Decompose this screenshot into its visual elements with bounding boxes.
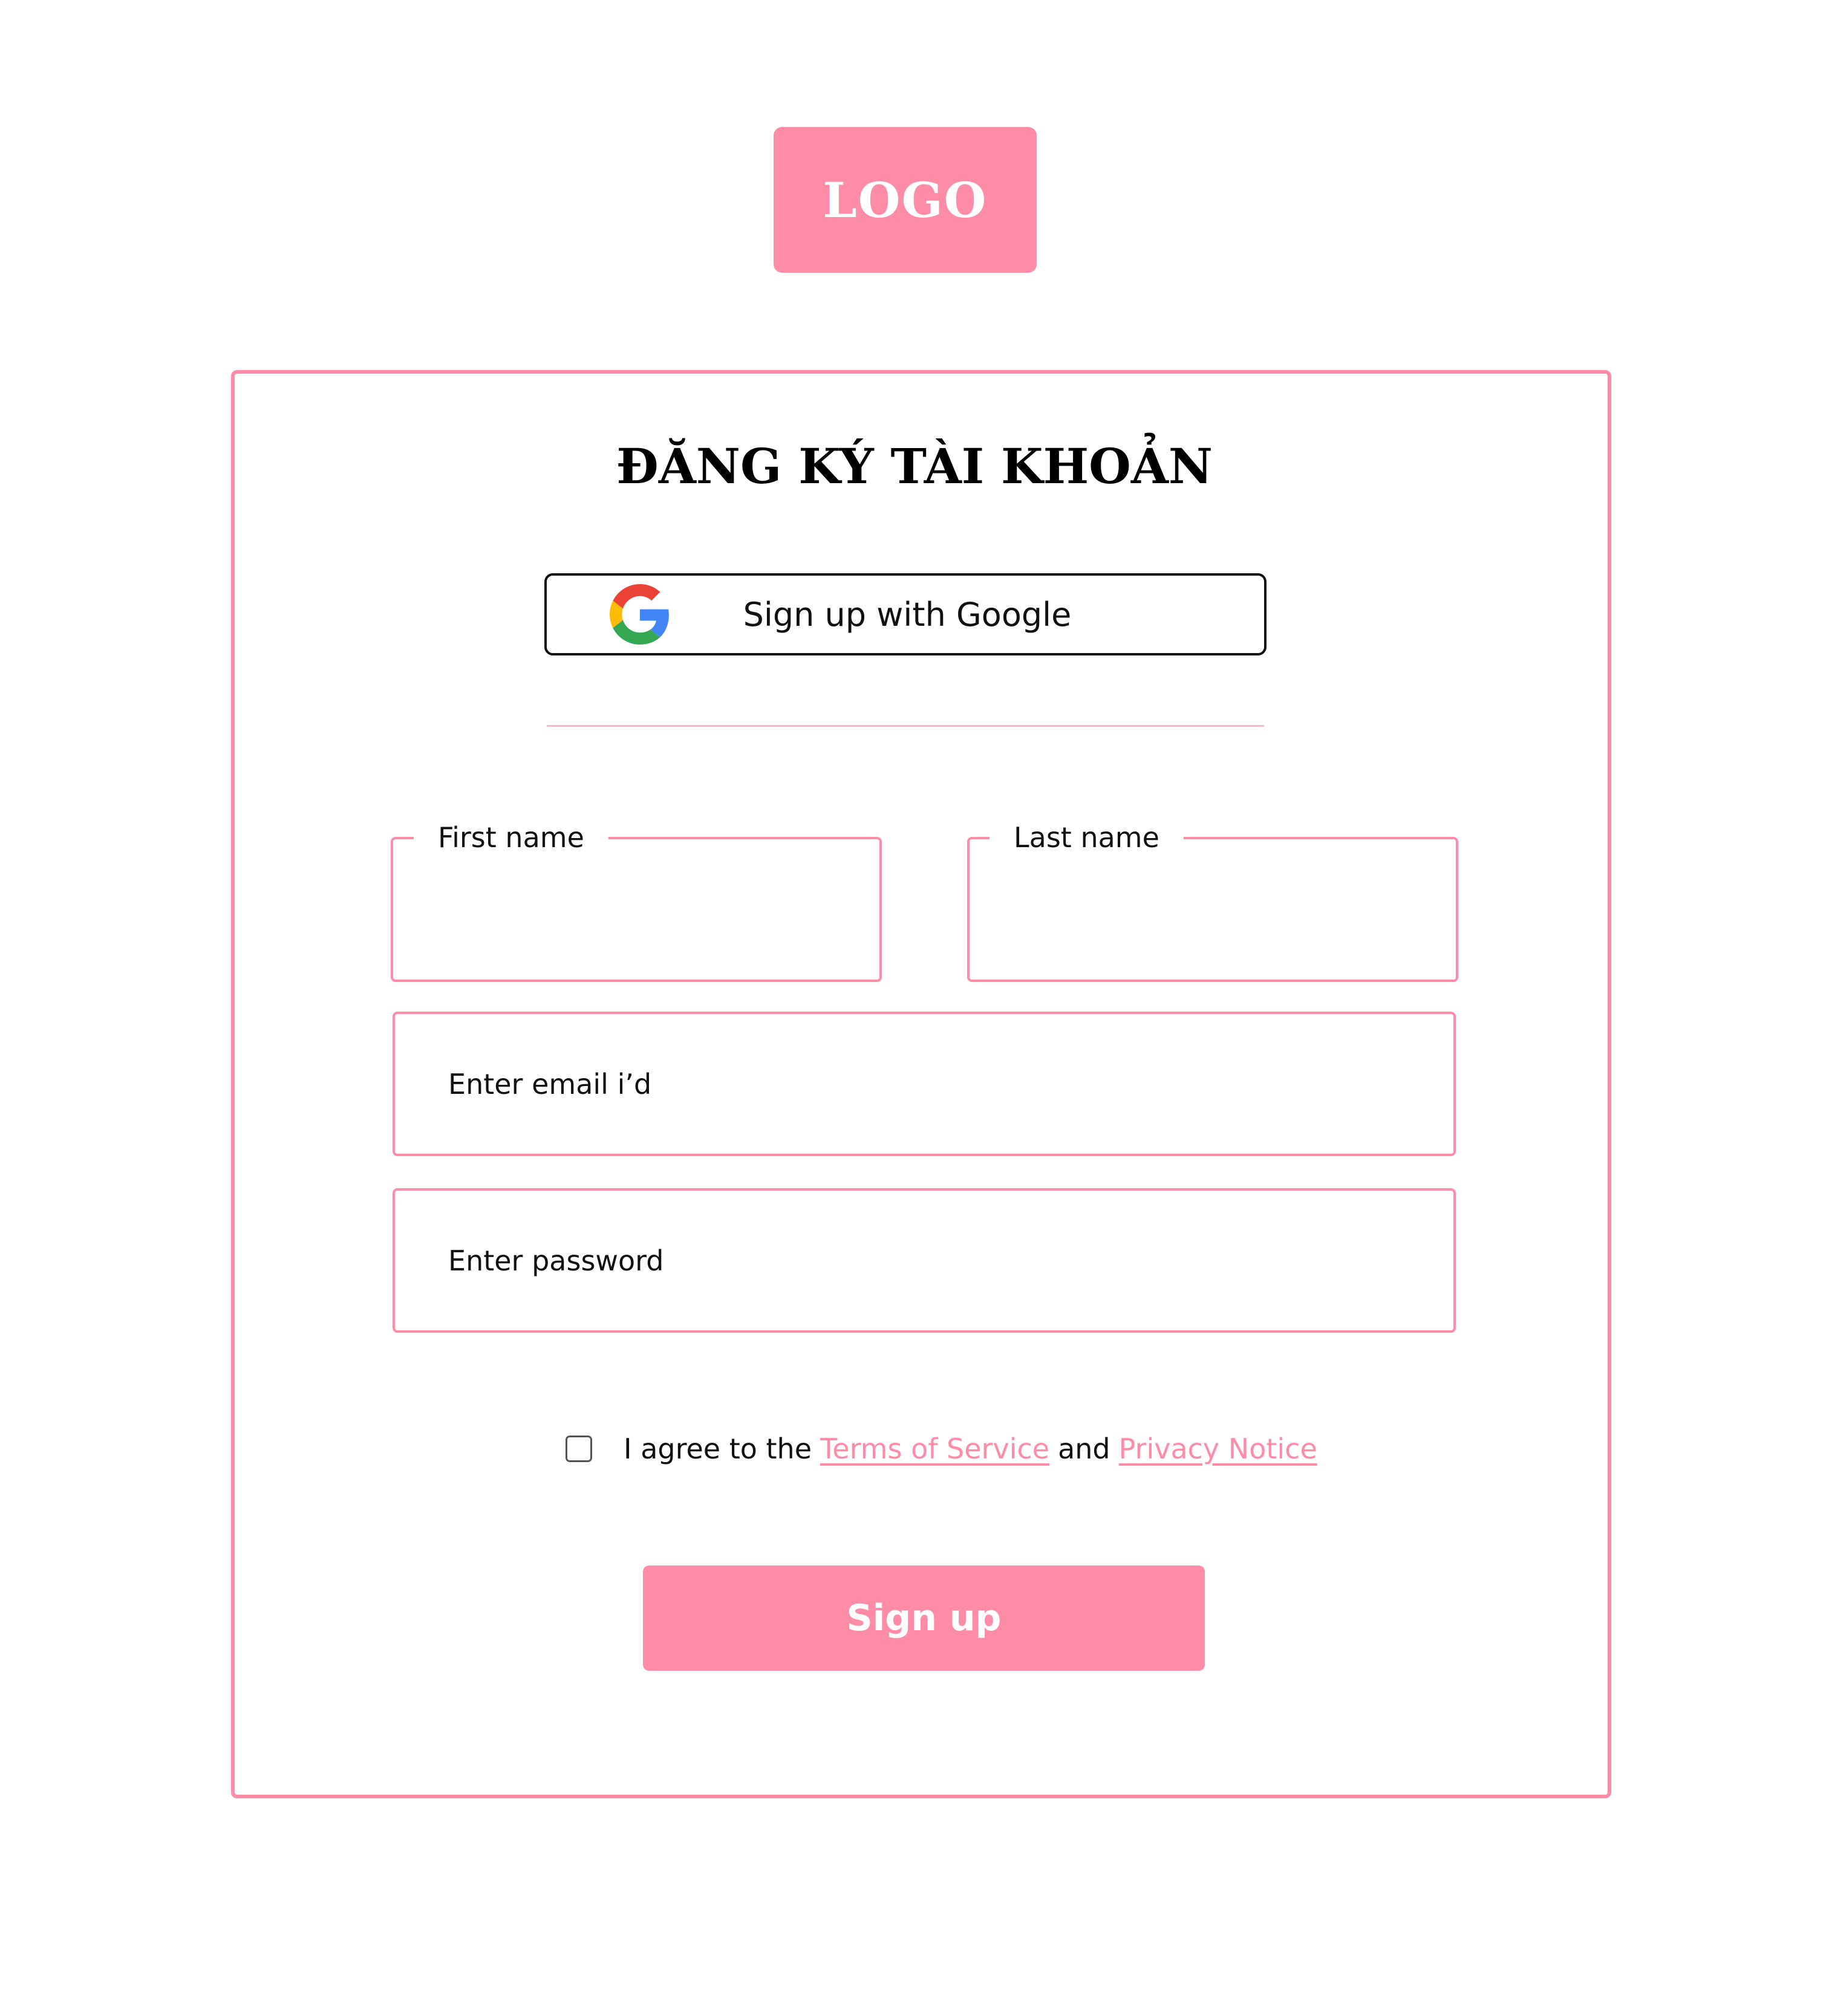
first-name-field[interactable]: First name	[391, 818, 882, 982]
email-field[interactable]: Enter email i’d	[393, 1012, 1456, 1156]
logo: LOGO	[774, 127, 1037, 273]
last-name-field[interactable]: Last name	[967, 818, 1458, 982]
terms-of-service-link[interactable]: Terms of Service	[820, 1432, 1049, 1465]
last-name-label: Last name	[989, 818, 1184, 857]
first-name-label: First name	[414, 818, 608, 857]
password-field[interactable]: Enter password	[393, 1188, 1456, 1333]
divider	[547, 725, 1264, 727]
signup-button[interactable]: Sign up	[643, 1566, 1205, 1671]
privacy-notice-link[interactable]: Privacy Notice	[1119, 1432, 1317, 1465]
agree-row: I agree to the Terms of Service and Priv…	[566, 1426, 1317, 1472]
agree-prefix: I agree to the	[624, 1432, 812, 1465]
email-placeholder: Enter email i’d	[448, 1067, 652, 1101]
google-signup-button[interactable]: Sign up with Google	[544, 573, 1267, 655]
agree-conjunction: and	[1058, 1432, 1110, 1465]
password-placeholder: Enter password	[448, 1244, 664, 1277]
google-signup-label: Sign up with Google	[743, 595, 1072, 634]
agree-checkbox[interactable]	[566, 1436, 592, 1462]
page-title: ĐĂNG KÝ TÀI KHOẢN	[616, 438, 1213, 495]
